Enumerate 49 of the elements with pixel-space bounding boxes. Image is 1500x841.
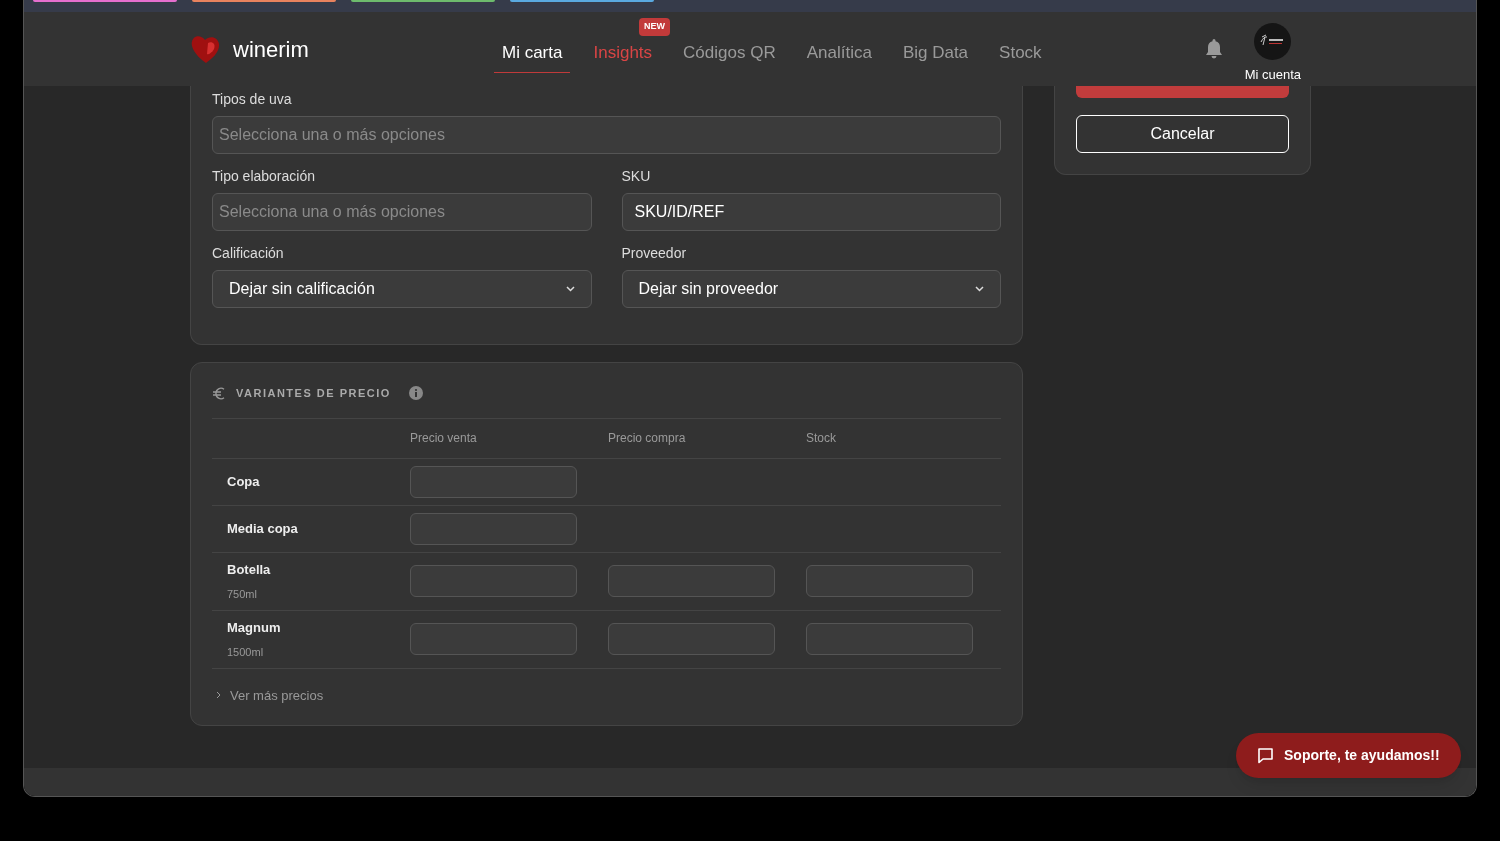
nav-tab[interactable]: Big Data (894, 33, 977, 73)
nav-tab[interactable]: Códigos QR (675, 33, 784, 73)
primary-button[interactable] (1076, 86, 1289, 98)
multiselect-field[interactable]: Selecciona una o más opciones (212, 116, 1001, 154)
nav-tab[interactable]: Mi carta (494, 33, 571, 73)
price-input[interactable] (410, 512, 577, 545)
price-input[interactable] (806, 623, 973, 655)
select-field[interactable]: Dejar sin calificación (212, 270, 592, 308)
bell-icon[interactable] (1204, 39, 1223, 59)
chevron-down-icon (975, 286, 984, 292)
price-input[interactable] (608, 623, 775, 655)
info-icon[interactable] (408, 386, 423, 401)
cancel-button[interactable]: Cancelar (1076, 115, 1289, 153)
brand-name: winerim (233, 35, 309, 64)
variant-name: Copa (227, 472, 261, 491)
nav-tab[interactable]: Stock (991, 33, 1050, 73)
input-field[interactable]: SKU/ID/REF (621, 193, 1001, 231)
nav-tab[interactable]: Analítica (798, 33, 880, 73)
price-input[interactable] (410, 465, 577, 498)
euro-icon (212, 386, 226, 400)
variant-name: Botella (227, 561, 272, 579)
variant-size: 750ml (227, 586, 258, 602)
price-input[interactable] (410, 623, 577, 655)
account-label[interactable]: Mi cuenta (1244, 64, 1301, 85)
multiselect-field[interactable]: Selecciona una o más opciones (212, 193, 592, 231)
chevron-right-icon (216, 691, 221, 700)
price-input[interactable] (410, 565, 577, 597)
select-field[interactable]: Dejar sin proveedor (621, 270, 1001, 308)
variant-size: 1500ml (227, 644, 265, 660)
new-badge: NEW (639, 18, 671, 36)
see-more-link[interactable]: Ver más precios (212, 685, 1001, 705)
column-header: Stock (806, 431, 836, 445)
chevron-down-icon (565, 286, 575, 292)
field-label: Tipos de uva (212, 90, 293, 109)
field-label: Calificación (212, 244, 285, 263)
price-input[interactable] (608, 565, 775, 597)
variant-name: Magnum (227, 619, 282, 637)
avatar[interactable] (1254, 22, 1292, 60)
variant-name: Media copa (227, 519, 299, 538)
wine-heart-logo-icon (190, 34, 221, 64)
field-label: Proveedor (621, 244, 688, 263)
column-header: Precio compra (608, 431, 686, 445)
support-button[interactable]: Soporte, te ayudamos!! (1236, 733, 1461, 778)
column-header: Precio venta (410, 431, 477, 445)
chat-icon (1257, 747, 1274, 764)
field-label: Tipo elaboración (212, 167, 316, 186)
price-input[interactable] (806, 565, 973, 597)
section-title: VARIANTES DE PRECIO (236, 386, 391, 401)
field-label: SKU (621, 167, 652, 186)
